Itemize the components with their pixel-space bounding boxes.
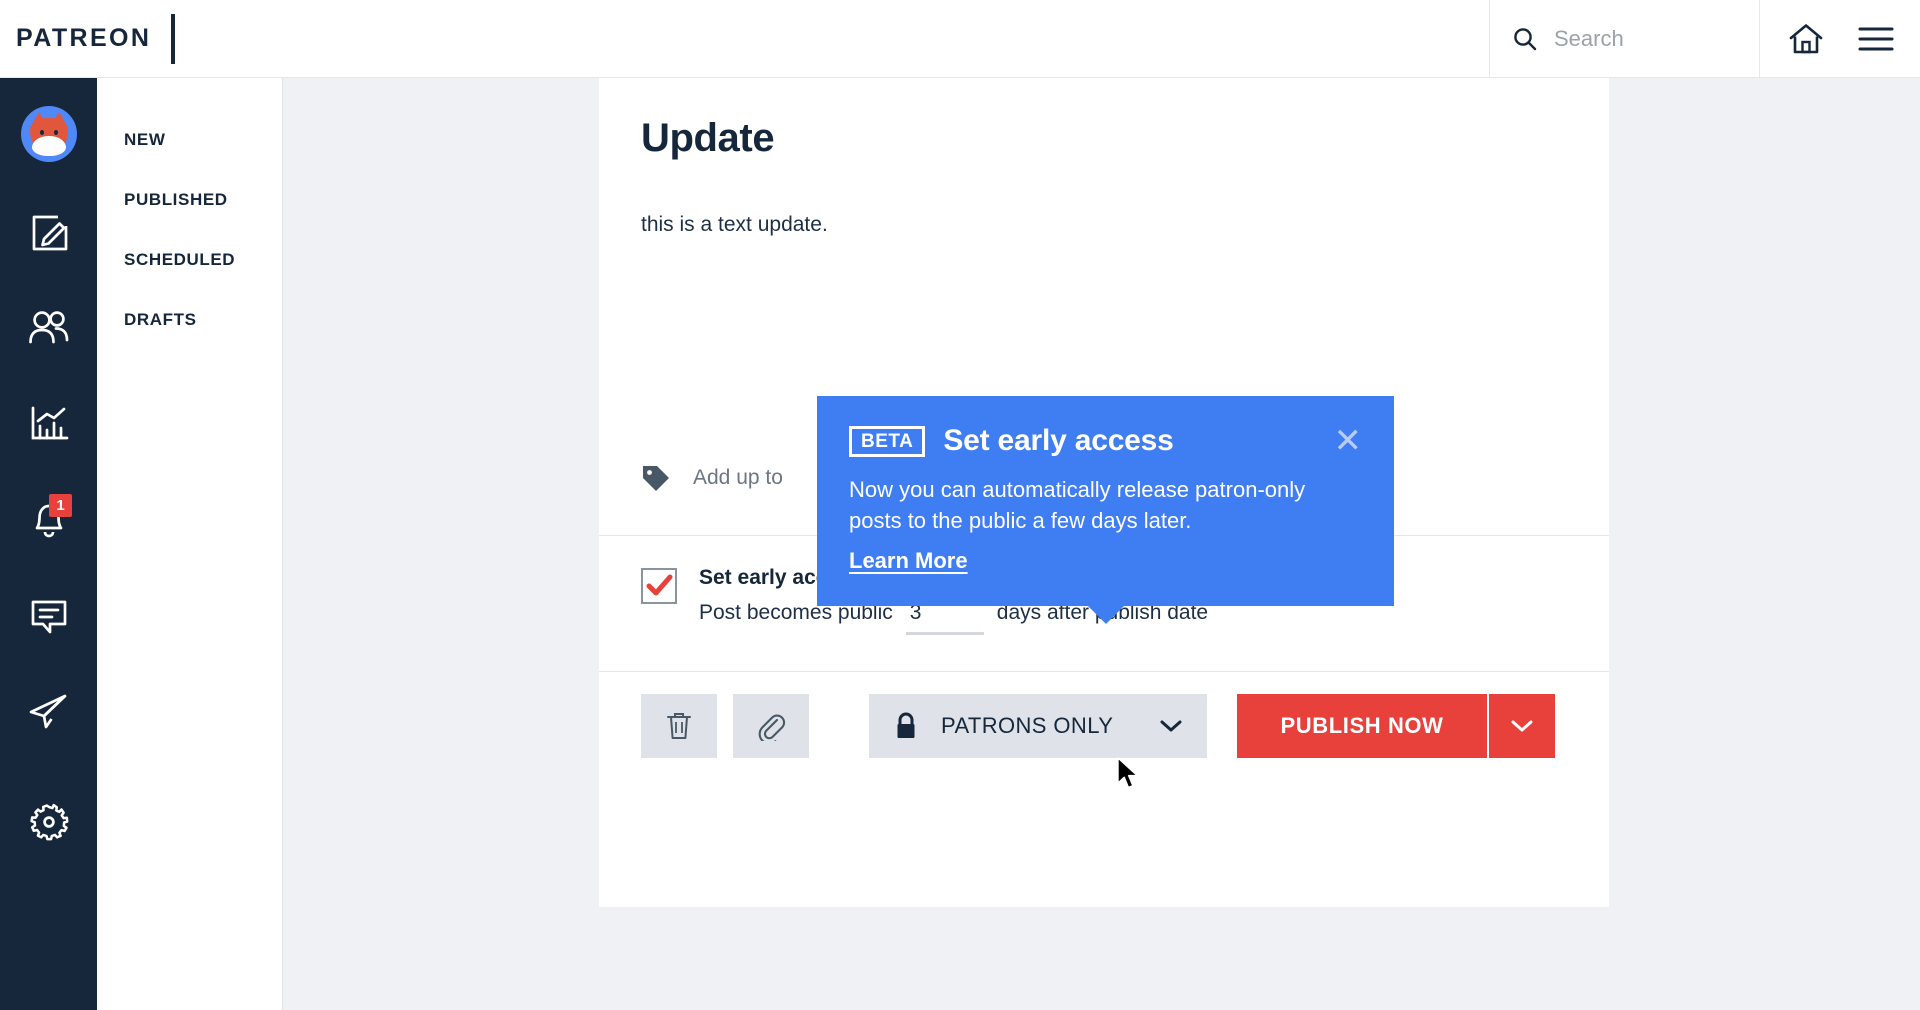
search-input[interactable]: Search xyxy=(1554,26,1624,52)
rail-item-insights[interactable] xyxy=(0,396,97,452)
left-icon-rail: 1 xyxy=(0,78,97,1010)
early-access-beta-tooltip: BETA Set early access ✕ Now you can auto… xyxy=(817,396,1394,625)
publish-options-button[interactable] xyxy=(1487,694,1555,758)
mouse-cursor xyxy=(1117,757,1138,789)
creator-avatar[interactable] xyxy=(20,106,77,162)
learn-more-link[interactable]: Learn More xyxy=(849,548,968,574)
beta-badge: BETA xyxy=(849,425,926,457)
search-icon xyxy=(1514,27,1537,50)
publish-button-group: PUBLISH NOW xyxy=(1237,694,1555,758)
avatar-muzzle xyxy=(31,136,66,156)
top-header-bar: PATREON Search xyxy=(0,0,1920,78)
lock-icon xyxy=(897,712,915,738)
patreon-post-editor-app: PATREON Search 1 NEW PUBLISHED SCHEDULED… xyxy=(0,0,1920,1010)
sidebar-item-scheduled[interactable]: SCHEDULED xyxy=(97,230,282,290)
tag-icon xyxy=(643,466,669,491)
sidebar-item-drafts[interactable]: DRAFTS xyxy=(97,290,282,350)
patrons-people-icon xyxy=(28,311,68,344)
rail-item-compose[interactable] xyxy=(0,204,97,260)
messages-chat-icon xyxy=(31,600,66,634)
tooltip-arrow xyxy=(1087,606,1124,625)
compose-post-icon xyxy=(32,215,67,251)
notification-count-badge: 1 xyxy=(49,494,72,517)
brand-area[interactable]: PATREON xyxy=(0,13,176,64)
rail-item-patrons[interactable] xyxy=(0,300,97,356)
send-paper-plane-icon xyxy=(29,694,66,729)
post-visibility-dropdown[interactable]: PATRONS ONLY xyxy=(869,694,1207,758)
post-body-text[interactable]: this is a text update. xyxy=(599,161,1609,237)
tag-row-label: Add up to xyxy=(693,466,783,489)
tooltip-title: Set early access xyxy=(943,424,1174,457)
search-field-container[interactable]: Search xyxy=(1489,0,1759,77)
brand-divider-bar xyxy=(171,13,176,64)
rail-item-settings[interactable] xyxy=(0,794,97,850)
home-icon[interactable] xyxy=(1788,22,1824,56)
close-x-icon[interactable]: ✕ xyxy=(1334,424,1363,458)
avatar-eye-left xyxy=(39,130,44,135)
rail-item-messages[interactable] xyxy=(0,588,97,644)
trash-icon xyxy=(667,713,691,739)
publish-now-button[interactable]: PUBLISH NOW xyxy=(1237,694,1487,758)
hamburger-menu-icon[interactable] xyxy=(1858,25,1894,53)
tooltip-body-text: Now you can automatically release patron… xyxy=(849,477,1306,534)
insights-chart-icon xyxy=(31,406,68,440)
avatar-eye-right xyxy=(53,130,58,135)
editor-toolbar: PATRONS ONLY PUBLISH NOW xyxy=(599,671,1609,786)
chevron-down-icon xyxy=(1511,720,1533,732)
page-title[interactable]: Update xyxy=(599,78,1609,161)
checkmark-icon xyxy=(646,574,673,596)
settings-gear-icon xyxy=(29,803,68,841)
post-status-subnav: NEW PUBLISHED SCHEDULED DRAFTS xyxy=(97,78,283,1010)
delete-post-button[interactable] xyxy=(641,694,717,758)
chevron-down-icon xyxy=(1160,720,1182,732)
patreon-wordmark: PATREON xyxy=(16,24,152,52)
tooltip-header: BETA Set early access ✕ xyxy=(849,424,1362,458)
paperclip-icon xyxy=(758,714,786,741)
rail-item-send[interactable] xyxy=(0,684,97,740)
sidebar-item-published[interactable]: PUBLISHED xyxy=(97,170,282,230)
attach-file-button[interactable] xyxy=(733,694,809,758)
header-action-group xyxy=(1759,0,1920,77)
rail-item-notifications[interactable]: 1 xyxy=(0,492,97,548)
visibility-label: PATRONS ONLY xyxy=(941,713,1114,738)
sidebar-item-new[interactable]: NEW xyxy=(97,110,282,170)
early-access-checkbox[interactable] xyxy=(641,568,677,604)
